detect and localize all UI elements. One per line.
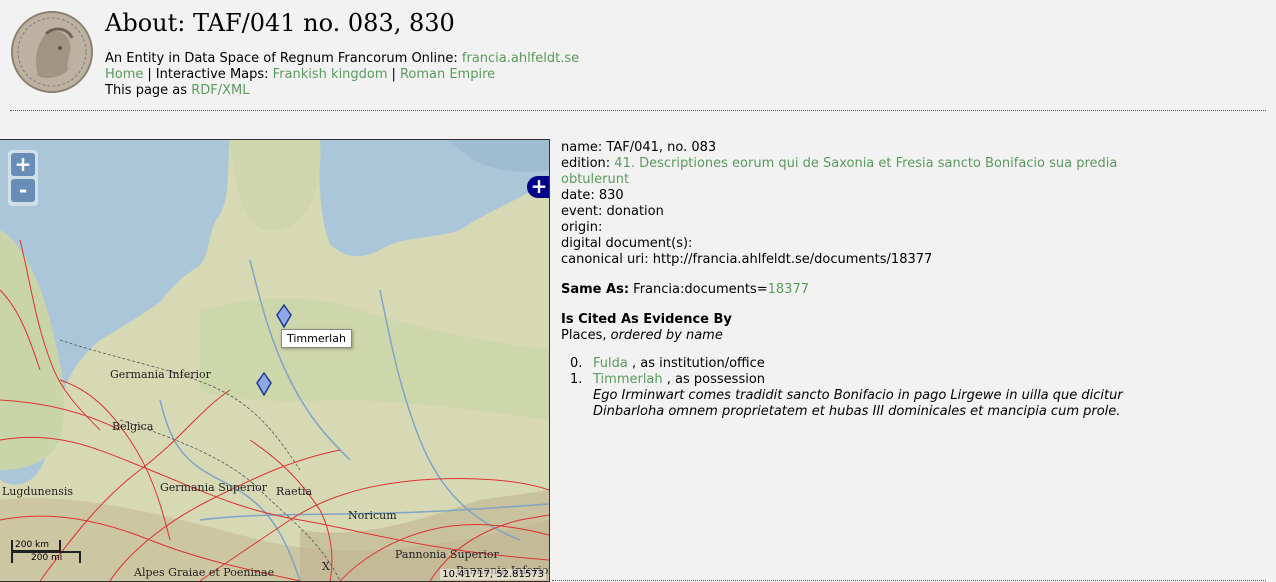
edition-link[interactable]: 41. Descriptiones eorum qui de Saxonia e… [561, 156, 1117, 187]
interactive-maps-label: Interactive Maps: [155, 67, 269, 82]
origin-row: origin: [561, 220, 1161, 236]
map-label-lugdunensis: Lugdunensis [2, 485, 74, 498]
place-link-timmerlah[interactable]: Timmerlah [593, 372, 663, 387]
place-role: , as institution/office [631, 356, 765, 371]
list-item: 1. Timmerlah , as possession Ego Irminwa… [561, 372, 1161, 420]
evidence-quote: Ego Irminwart comes tradidit sancto Boni… [593, 388, 1123, 419]
header-divider [10, 110, 1266, 111]
nav-separator: | [391, 67, 396, 82]
map-marker-fulda[interactable] [255, 372, 273, 396]
map-label-noricum: Noricum [348, 509, 397, 522]
francia-link[interactable]: francia.ahlfeldt.se [462, 51, 579, 66]
map-label-raetia: Raetia [276, 485, 313, 498]
roman-empire-link[interactable]: Roman Empire [400, 67, 495, 82]
zoom-out-button[interactable]: - [11, 179, 35, 202]
entity-details: name: TAF/041, no. 083 edition: 41. Desc… [561, 140, 1161, 420]
nav-separator: | [147, 67, 152, 82]
event-row: event: donation [561, 204, 1161, 220]
page-header: About: TAF/041 no. 083, 830 An Entity in… [0, 0, 1276, 112]
canonical-uri-value: http://francia.ahlfeldt.se/documents/183… [652, 252, 933, 267]
date-value: 830 [598, 188, 624, 203]
place-link-fulda[interactable]: Fulda [593, 356, 628, 371]
home-link[interactable]: Home [105, 67, 143, 82]
map-label-belgica: Belgica [112, 420, 154, 433]
page-as-label: This page as [105, 83, 188, 98]
page-as-line: This page as RDF/XML [105, 83, 249, 98]
origin-label: origin: [561, 220, 603, 235]
event-label: event: [561, 204, 603, 219]
map-base-layer [0, 140, 549, 581]
zoom-control: + - [8, 150, 38, 206]
date-row: date: 830 [561, 188, 1161, 204]
same-as-link[interactable]: 18377 [768, 282, 809, 297]
place-role: , as possession [666, 372, 766, 387]
scale-bar-mi: 200 mi [11, 551, 81, 563]
layer-switcher-button[interactable]: + [527, 176, 549, 198]
places-subheading: Places, ordered by name [561, 328, 1161, 344]
entity-prefix: An Entity in Data Space of Regnum Franco… [105, 51, 458, 66]
list-item: 0. Fulda , as institution/office [561, 356, 1161, 372]
list-item-index: 1. [570, 372, 583, 387]
same-as-label: Same As: [561, 282, 630, 297]
name-label: name: [561, 140, 603, 155]
rdf-xml-link[interactable]: RDF/XML [191, 83, 249, 98]
edition-row: edition: 41. Descriptiones eorum qui de … [561, 156, 1161, 188]
name-row: name: TAF/041, no. 083 [561, 140, 1161, 156]
nav-line: Home | Interactive Maps: Frankish kingdom |… [105, 67, 495, 82]
frankish-kingdom-link[interactable]: Frankish kingdom [273, 67, 388, 82]
map-label-germania-superior: Germania Superior [160, 481, 268, 494]
same-as-prefix: Francia:documents= [633, 282, 768, 297]
canonical-uri-label: canonical uri: [561, 252, 649, 267]
coin-logo [11, 11, 93, 93]
page-title: About: TAF/041 no. 083, 830 [105, 9, 455, 37]
digital-documents-label: digital document(s): [561, 236, 693, 251]
map-viewport[interactable]: Germania Inferior Belgica Lugdunensis Ge… [0, 139, 550, 582]
digital-documents-row: digital document(s): [561, 236, 1161, 252]
map-label-alpes: Alpes Graiae et Poeninae [134, 566, 275, 579]
date-label: date: [561, 188, 595, 203]
footer-divider [552, 580, 1266, 581]
same-as-row: Same As: Francia:documents=18377 [561, 282, 1161, 298]
event-value: donation [606, 204, 664, 219]
places-list: 0. Fulda , as institution/office 1. Timm… [561, 356, 1161, 420]
map-label-pannonia-superior: Pannonia Superior [395, 548, 499, 561]
map-label-germania-inferior: Germania Inferior [110, 368, 211, 381]
list-item-index: 0. [570, 356, 583, 371]
cited-as-evidence-heading: Is Cited As Evidence By [561, 312, 732, 327]
map-marker-timmerlah[interactable] [275, 304, 293, 328]
marker-tooltip: Timmerlah [281, 329, 352, 348]
places-prefix: Places, [561, 328, 607, 343]
canonical-uri-row: canonical uri: http://francia.ahlfeldt.s… [561, 252, 1161, 268]
mouse-position-readout: 10.41717, 52.81573 [440, 569, 546, 580]
zoom-in-button[interactable]: + [11, 153, 35, 176]
map-label-x: X [322, 560, 330, 573]
places-order: ordered by name [610, 328, 723, 343]
edition-label: edition: [561, 156, 611, 171]
name-value: TAF/041, no. 083 [606, 140, 717, 155]
entity-line: An Entity in Data Space of Regnum Franco… [105, 51, 579, 66]
